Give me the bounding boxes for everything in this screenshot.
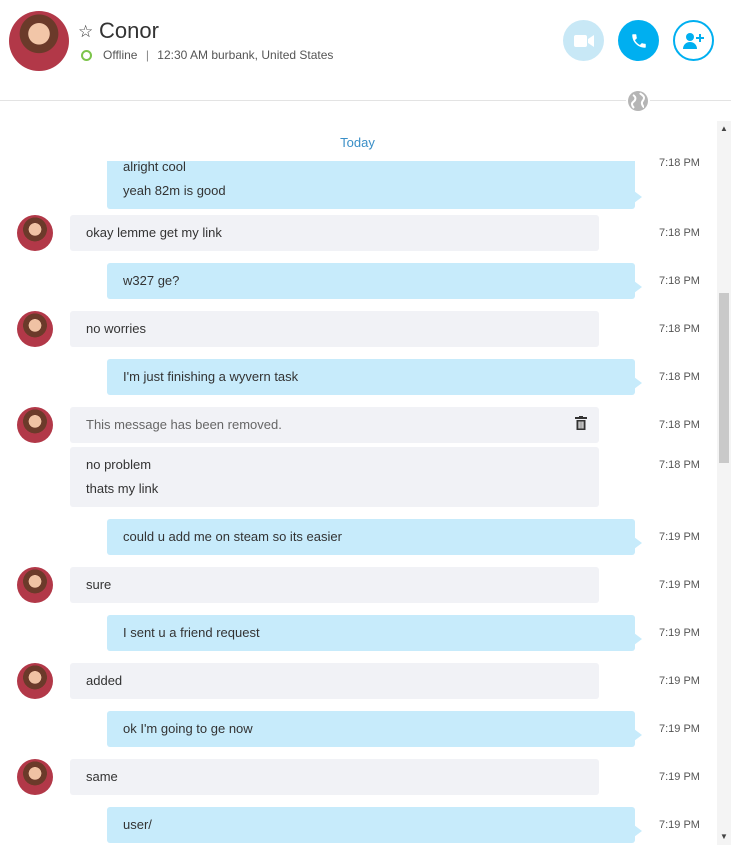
incoming-message-bubble[interactable]: added — [70, 663, 599, 699]
message-timestamp: 7:19 PM — [659, 771, 700, 783]
message-timestamp: 7:19 PM — [659, 723, 700, 735]
message-text: same — [86, 769, 118, 784]
conversation-header: ☆ Conor Offline | 12:30 AM burbank, Unit… — [0, 0, 731, 100]
message-timestamp: 7:18 PM — [659, 371, 700, 383]
status-icon — [81, 50, 92, 61]
message-text: w327 ge? — [123, 273, 180, 288]
message-text: I sent u a friend request — [123, 625, 260, 640]
contact-avatar[interactable] — [9, 11, 69, 71]
contact-message-avatar[interactable] — [17, 759, 53, 795]
outgoing-message-bubble[interactable]: user/ — [107, 807, 642, 843]
outgoing-message-bubble[interactable]: could u add me on steam so its easier — [107, 519, 642, 555]
video-camera-icon — [573, 34, 594, 47]
add-person-icon — [682, 32, 704, 49]
message-text: user/ — [123, 817, 152, 832]
outgoing-message-bubble[interactable]: ok I'm going to ge now — [107, 711, 642, 747]
phone-icon — [631, 33, 646, 48]
message-text: no problem — [86, 457, 152, 472]
message-timestamp: 7:18 PM — [659, 419, 700, 431]
contact-name[interactable]: Conor — [99, 18, 159, 44]
message-text: yeah 82m is good — [123, 183, 226, 198]
contact-location: 12:30 AM burbank, United States — [157, 48, 334, 62]
incoming-message-bubble[interactable]: no worries — [70, 311, 599, 347]
message-timestamp: 7:18 PM — [659, 157, 700, 169]
message-timestamp: 7:19 PM — [659, 819, 700, 831]
status-label: Offline — [103, 48, 138, 62]
message-timestamp: 7:19 PM — [659, 675, 700, 687]
incoming-message-bubble[interactable]: no problem thats my link — [70, 447, 599, 507]
day-separator: Today — [70, 125, 645, 161]
message-text: no worries — [86, 321, 146, 336]
incoming-message-bubble[interactable]: same — [70, 759, 599, 795]
contact-message-avatar[interactable] — [17, 567, 53, 603]
outgoing-message-bubble[interactable]: I sent u a friend request — [107, 615, 642, 651]
message-timestamp: 7:18 PM — [659, 323, 700, 335]
trash-icon — [575, 416, 587, 430]
contact-message-avatar[interactable] — [17, 215, 53, 251]
status-separator: | — [145, 48, 149, 62]
message-text: thats my link — [86, 481, 159, 496]
message-text: This message has been removed. — [86, 417, 282, 432]
message-timestamp: 7:18 PM — [659, 459, 700, 471]
voice-call-button[interactable] — [618, 20, 659, 61]
incoming-message-bubble[interactable]: sure — [70, 567, 599, 603]
message-timestamp: 7:19 PM — [659, 531, 700, 543]
message-text: sure — [86, 577, 112, 592]
message-text: I'm just finishing a wyvern task — [123, 369, 299, 384]
message-list[interactable]: Today alright cool yeah 82m is good 7:18 P… — [0, 101, 717, 845]
message-timestamp: 7:18 PM — [659, 227, 700, 239]
scroll-down-icon[interactable]: ▼ — [717, 829, 731, 843]
incoming-message-bubble[interactable]: okay lemme get my link — [70, 215, 599, 251]
scroll-thumb[interactable] — [719, 293, 729, 463]
message-timestamp: 7:19 PM — [659, 579, 700, 591]
scroll-up-icon[interactable]: ▲ — [717, 121, 731, 135]
message-text: could u add me on steam so its easier — [123, 529, 342, 544]
contact-message-avatar[interactable] — [17, 407, 53, 443]
message-text: okay lemme get my link — [86, 225, 222, 240]
message-timestamp: 7:19 PM — [659, 627, 700, 639]
message-text: ok I'm going to ge now — [123, 721, 253, 736]
outgoing-message-bubble[interactable]: w327 ge? — [107, 263, 642, 299]
message-timestamp: 7:18 PM — [659, 275, 700, 287]
favorite-star-icon[interactable]: ☆ — [78, 22, 93, 42]
chat-scrollbar[interactable]: ▲ ▼ — [717, 121, 731, 845]
video-call-button[interactable] — [563, 20, 604, 61]
add-people-button[interactable] — [673, 20, 714, 61]
removed-message-bubble[interactable]: This message has been removed. — [70, 407, 599, 443]
message-text: added — [86, 673, 123, 688]
contact-message-avatar[interactable] — [17, 311, 53, 347]
outgoing-message-bubble[interactable]: I'm just finishing a wyvern task — [107, 359, 642, 395]
contact-message-avatar[interactable] — [17, 663, 53, 699]
contact-status: Offline | 12:30 AM burbank, United State… — [103, 48, 333, 62]
